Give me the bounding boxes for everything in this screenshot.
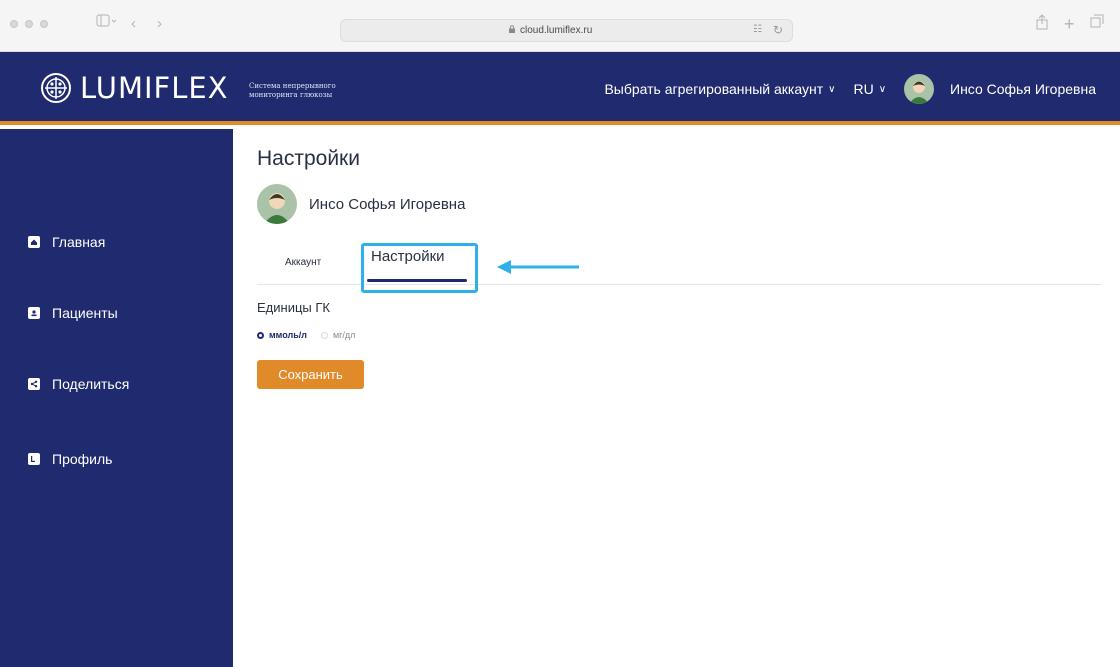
tab-highlight-frame <box>361 243 478 293</box>
browser-toolbar: ‹ › cloud.lumiflex.ru ☷ ↻ + <box>0 0 1120 52</box>
sidebar-item-label: Пациенты <box>52 305 118 321</box>
sidebar-item-label: Главная <box>52 234 106 250</box>
sidebar-item-patients[interactable]: Пациенты <box>28 305 118 321</box>
chevron-down-icon: ∨ <box>828 83 836 95</box>
user-menu[interactable]: Инсо Софья Игоревна <box>904 74 1096 104</box>
translate-icon[interactable]: ☷ <box>753 24 762 35</box>
tab-account[interactable]: Аккаунт <box>285 257 321 268</box>
avatar <box>257 184 297 224</box>
lock-icon <box>509 25 515 33</box>
close-window-button[interactable] <box>10 20 18 28</box>
new-tab-icon[interactable]: + <box>1064 14 1075 34</box>
user-row: Инсо Софья Игоревна <box>257 184 465 224</box>
top-nav: Выбрать агрегированный аккаунт ∨ RU ∨ Ин… <box>604 74 1096 104</box>
main-content: Настройки Инсо Софья Игоревна Аккаунт На… <box>233 129 1120 667</box>
radio-mgdl-label[interactable]: мг/дл <box>333 330 355 340</box>
logo[interactable]: LUMIFLEX <box>40 71 229 105</box>
radio-mgdl[interactable] <box>320 331 328 339</box>
url-text: cloud.lumiflex.ru <box>520 25 593 36</box>
user-name: Инсо Софья Игоревна <box>950 81 1096 97</box>
tagline: Система непрерывного мониторинга глюкозы <box>249 82 336 99</box>
minimize-window-button[interactable] <box>25 20 33 28</box>
sidebar: Главная Пациенты Поделиться Профиль <box>0 129 233 667</box>
language-label: RU <box>853 81 874 97</box>
account-selector-label: Выбрать агрегированный аккаунт <box>604 81 824 97</box>
save-button[interactable]: Сохранить <box>257 360 364 389</box>
tabs-icon[interactable] <box>1090 14 1104 34</box>
sidebar-item-profile[interactable]: Профиль <box>28 451 112 467</box>
user-name: Инсо Софья Игоревна <box>309 195 466 213</box>
page-title: Настройки <box>257 147 360 170</box>
logo-text: LUMIFLEX <box>80 71 229 105</box>
app-header: LUMIFLEX Система непрерывного мониторинг… <box>0 52 1120 125</box>
arrow-left-icon <box>497 260 579 274</box>
back-icon[interactable]: ‹ <box>131 14 136 34</box>
sidebar-item-label: Профиль <box>52 451 113 467</box>
radio-mmol[interactable] <box>257 331 264 339</box>
units-radio-group: ммоль/л мг/дл <box>257 330 355 340</box>
language-selector[interactable]: RU ∨ <box>853 81 886 97</box>
logo-mark-icon <box>41 73 71 103</box>
units-title: Единицы ГК <box>257 300 330 315</box>
sidebar-item-label: Поделиться <box>52 376 130 392</box>
account-selector[interactable]: Выбрать агрегированный аккаунт ∨ <box>604 81 835 97</box>
home-icon <box>28 236 40 248</box>
sidebar-item-share[interactable]: Поделиться <box>28 376 129 392</box>
zoom-window-button[interactable] <box>40 20 48 28</box>
chevron-down-icon: ∨ <box>878 83 887 95</box>
address-bar[interactable]: cloud.lumiflex.ru ☷ ↻ <box>340 19 793 42</box>
avatar <box>904 74 935 104</box>
share-icon <box>28 378 40 390</box>
radio-mmol-label[interactable]: ммоль/л <box>269 330 307 340</box>
patients-icon <box>28 307 40 319</box>
forward-icon[interactable]: › <box>157 14 162 34</box>
sidebar-item-home[interactable]: Главная <box>28 234 105 250</box>
window-controls[interactable] <box>10 20 48 28</box>
share-icon[interactable] <box>1035 14 1049 36</box>
sidebar-toggle-icon[interactable] <box>96 14 118 34</box>
reload-icon[interactable]: ↻ <box>773 23 783 37</box>
profile-icon <box>28 453 40 465</box>
